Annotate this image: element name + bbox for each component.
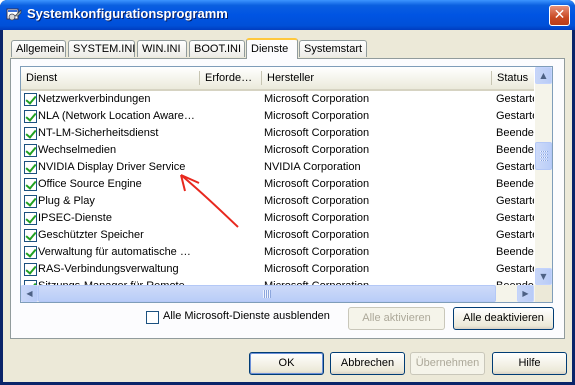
service-checkbox[interactable] <box>24 127 37 140</box>
apply-button[interactable]: Übernehmen <box>410 352 485 375</box>
service-name: NT-LM-Sicherheitsdienst <box>38 127 159 139</box>
scrollbar-corner <box>535 285 552 302</box>
scroll-up-button[interactable]: ▲ <box>535 67 552 84</box>
service-status: Gestartet <box>496 263 534 275</box>
table-row[interactable]: Netzwerkverbindungen Microsoft Corporatio… <box>21 91 534 108</box>
service-checkbox[interactable] <box>24 212 37 225</box>
service-vendor: Microsoft Corporation <box>264 178 370 190</box>
service-checkbox[interactable] <box>24 229 37 242</box>
tab-allgemein[interactable]: Allgemein <box>11 40 66 57</box>
service-checkbox[interactable] <box>24 144 37 157</box>
tab-dienste[interactable]: Dienste <box>246 38 298 59</box>
hide-microsoft-services-checkbox[interactable] <box>146 311 159 324</box>
service-vendor: NVIDIA Corporation <box>264 161 361 173</box>
service-status: Gestartet <box>496 93 534 105</box>
vertical-scroll-thumb[interactable] <box>535 142 552 170</box>
msconfig-app-icon <box>6 8 22 21</box>
table-row[interactable]: Wechselmedien Microsoft Corporation Beende… <box>21 142 534 159</box>
cancel-button[interactable]: Abbrechen <box>330 352 405 375</box>
service-name: NVIDIA Display Driver Service <box>38 161 186 173</box>
table-row[interactable]: Plug & Play Microsoft Corporation Gestarte… <box>21 193 534 210</box>
dialog-body: Allgemein SYSTEM.INI WIN.INI BOOT.INI Di… <box>3 30 572 382</box>
column-header-dienst[interactable]: Dienst <box>21 67 199 89</box>
vertical-scrollbar[interactable]: ▲ ▼ <box>535 67 552 285</box>
tab-systemstart[interactable]: Systemstart <box>299 40 367 57</box>
service-checkbox[interactable] <box>24 263 37 276</box>
table-row[interactable]: IPSEC-Dienste Microsoft Corporation Gestar… <box>21 210 534 227</box>
service-vendor: Microsoft Corporation <box>264 195 370 207</box>
grip-line <box>540 154 548 155</box>
horizontal-scroll-thumb[interactable] <box>38 285 496 302</box>
title-bar[interactable]: Systemkonfigurationsprogramm ✕ <box>0 0 575 30</box>
service-vendor: Microsoft Corporation <box>264 110 370 122</box>
table-row[interactable]: RAS-Verbindungsverwaltung Microsoft Corpo… <box>21 261 534 278</box>
service-status: Gestartet <box>496 229 534 241</box>
table-row[interactable]: Geschützter Speicher Microsoft Corporatio… <box>21 227 534 244</box>
tab-system-ini[interactable]: SYSTEM.INI <box>68 40 135 57</box>
service-status: Gestartet <box>496 110 534 122</box>
services-list[interactable]: Dienst Erforde… Hersteller Status Netzwe… <box>20 66 553 303</box>
service-name: Verwaltung für automatische … <box>38 246 191 258</box>
window-title: Systemkonfigurationsprogramm <box>27 6 228 21</box>
service-name: Geschützter Speicher <box>38 229 144 241</box>
services-panel: Dienst Erforde… Hersteller Status Netzwe… <box>10 58 565 339</box>
enable-all-button[interactable]: Alle aktivieren <box>348 307 445 330</box>
service-vendor: Microsoft Corporation <box>264 93 370 105</box>
table-row[interactable]: Verwaltung für automatische … Microsoft C… <box>21 244 534 261</box>
service-vendor: Microsoft Corporation <box>264 246 370 258</box>
service-vendor: Microsoft Corporation <box>264 127 370 139</box>
grip-line <box>540 157 548 158</box>
service-vendor: Microsoft Corporation <box>264 263 370 275</box>
service-name: RAS-Verbindungsverwaltung <box>38 263 179 275</box>
close-button[interactable]: ✕ <box>549 5 570 26</box>
service-status: Beendet <box>496 178 534 190</box>
scroll-left-button[interactable]: ◀ <box>21 285 38 302</box>
service-status: Beendet <box>496 144 534 156</box>
horizontal-scrollbar[interactable]: ◀ ▶ <box>21 285 552 302</box>
service-vendor: Microsoft Corporation <box>264 229 370 241</box>
service-checkbox[interactable] <box>24 195 37 208</box>
service-name: Office Source Engine <box>38 178 142 190</box>
service-status: Gestartet <box>496 195 534 207</box>
scroll-down-button[interactable]: ▼ <box>535 268 552 285</box>
service-status: Beendet <box>496 246 534 258</box>
column-header-status[interactable]: Status <box>492 67 534 89</box>
grip-lines <box>263 290 271 298</box>
table-row[interactable]: NVIDIA Display Driver Service NVIDIA Corp… <box>21 159 534 176</box>
service-vendor: Microsoft Corporation <box>264 144 370 156</box>
service-status: Beendet <box>496 127 534 139</box>
hide-microsoft-services-label[interactable]: Alle Microsoft-Dienste ausblenden <box>163 310 330 322</box>
service-checkbox[interactable] <box>24 246 37 259</box>
help-button[interactable]: Hilfe <box>492 352 567 375</box>
service-status: Gestartet <box>496 212 534 224</box>
grip-line <box>540 151 548 152</box>
list-header: Dienst Erforde… Hersteller Status <box>21 67 534 91</box>
disable-all-button[interactable]: Alle deaktivieren <box>453 307 554 330</box>
service-name: NLA (Network Location Aware… <box>38 110 195 122</box>
scroll-right-button[interactable]: ▶ <box>517 285 534 302</box>
grip-line <box>540 160 548 161</box>
column-header-erforderlich[interactable]: Erforde… <box>200 67 262 89</box>
service-checkbox[interactable] <box>24 161 37 174</box>
column-header-hersteller[interactable]: Hersteller <box>262 67 490 89</box>
service-name: Netzwerkverbindungen <box>38 93 151 105</box>
service-name: IPSEC-Dienste <box>38 212 112 224</box>
tab-win-ini[interactable]: WIN.INI <box>137 40 187 57</box>
service-checkbox[interactable] <box>24 93 37 106</box>
table-row[interactable]: NLA (Network Location Aware… Microsoft Co… <box>21 108 534 125</box>
service-checkbox[interactable] <box>24 178 37 191</box>
table-row[interactable]: NT-LM-Sicherheitsdienst Microsoft Corpora… <box>21 125 534 142</box>
ok-button[interactable]: OK <box>249 352 324 375</box>
service-name: Plug & Play <box>38 195 95 207</box>
service-status: Gestartet <box>496 161 534 173</box>
tab-boot-ini[interactable]: BOOT.INI <box>189 40 245 57</box>
service-checkbox[interactable] <box>24 110 37 123</box>
service-name: Wechselmedien <box>38 144 117 156</box>
table-row[interactable]: Office Source Engine Microsoft Corporatio… <box>21 176 534 193</box>
window: Systemkonfigurationsprogramm ✕ Allgemein… <box>0 0 575 385</box>
service-vendor: Microsoft Corporation <box>264 212 370 224</box>
